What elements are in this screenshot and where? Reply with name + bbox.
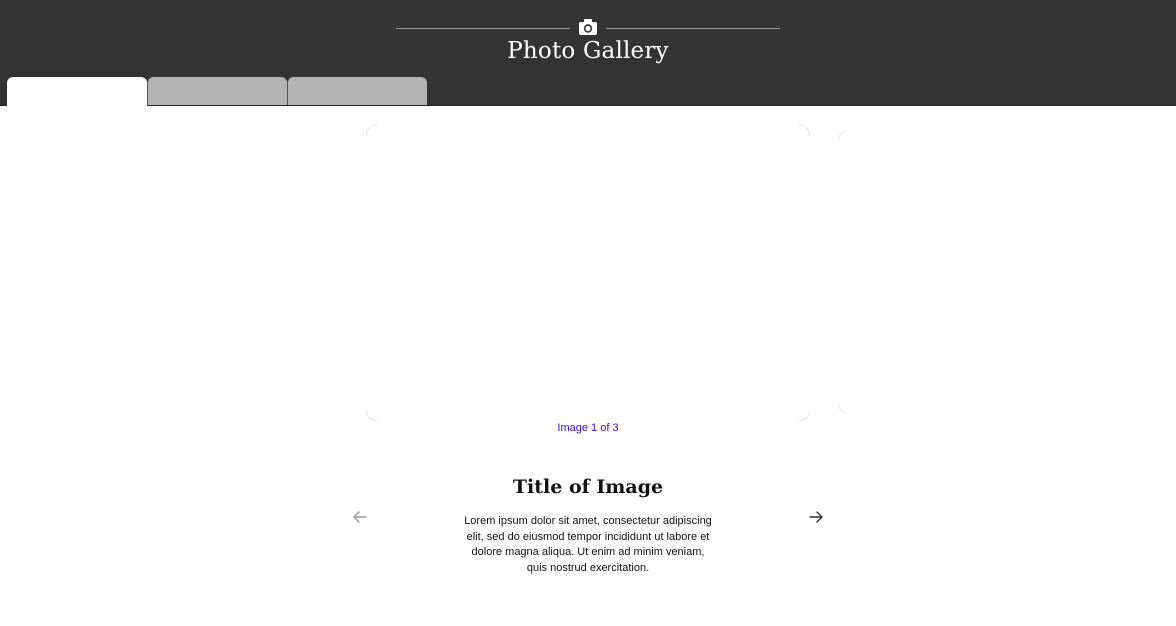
camera-icon	[578, 18, 598, 36]
image-corner	[838, 404, 847, 413]
image-corner	[366, 410, 377, 421]
next-image-peek	[838, 131, 848, 413]
header-rule-right	[606, 28, 780, 29]
image-counter: Image 1 of 3	[557, 422, 619, 434]
image-corner	[799, 125, 810, 136]
page-title: Photo Gallery	[507, 38, 669, 64]
arrow-right-icon[interactable]	[807, 508, 825, 526]
image-description: Lorem ipsum dolor sit amet, consectetur …	[464, 515, 712, 574]
tab-2[interactable]	[147, 77, 287, 105]
tab-1[interactable]	[7, 77, 147, 106]
header-rule-left	[396, 28, 570, 29]
site-header: Photo Gallery	[0, 0, 1176, 106]
image-corner	[366, 125, 377, 136]
image-title: Title of Image	[512, 476, 664, 498]
gallery-image	[366, 125, 810, 421]
image-corner	[838, 131, 847, 140]
image-corner	[799, 410, 810, 421]
arrow-left-icon[interactable]	[351, 508, 369, 526]
tab-3[interactable]	[287, 77, 427, 105]
